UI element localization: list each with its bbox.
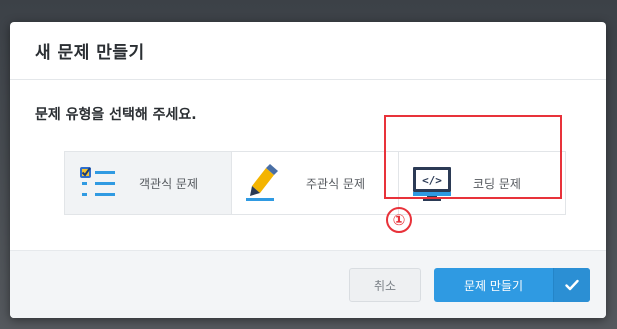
dialog-title: 새 문제 만들기	[35, 43, 145, 63]
create-question-button[interactable]: 문제 만들기	[434, 268, 590, 302]
option-label-short-answer: 주관식 문제	[306, 176, 366, 191]
checklist-icon	[80, 167, 115, 196]
option-coding[interactable]: </> 코딩 문제	[398, 151, 566, 215]
option-label-multiple-choice: 객관식 문제	[139, 176, 199, 191]
check-icon[interactable]	[553, 268, 590, 302]
question-type-prompt: 문제 유형을 선택해 주세요.	[35, 107, 197, 123]
pencil-icon	[246, 164, 278, 201]
option-multiple-choice[interactable]: 객관식 문제	[64, 151, 232, 215]
dialog-footer: 취소 문제 만들기	[10, 250, 606, 318]
cancel-button[interactable]: 취소	[349, 268, 421, 302]
option-label-coding: 코딩 문제	[473, 176, 521, 191]
annotation-step-marker: ①	[386, 207, 412, 233]
option-short-answer[interactable]: 주관식 문제	[231, 151, 399, 215]
dialog-body: 문제 유형을 선택해 주세요. 객관식 문제 주관식 문제 </> 코딩 문제	[10, 80, 606, 250]
dialog-header: 새 문제 만들기	[10, 22, 606, 80]
svg-text:</>: </>	[422, 174, 442, 187]
new-question-dialog: 새 문제 만들기 문제 유형을 선택해 주세요. 객관식 문제 주관식 문제 <…	[10, 22, 606, 318]
create-question-label: 문제 만들기	[463, 278, 523, 293]
question-type-options: 객관식 문제 주관식 문제 </> 코딩 문제	[64, 151, 566, 215]
code-monitor-icon: </>	[413, 167, 451, 201]
